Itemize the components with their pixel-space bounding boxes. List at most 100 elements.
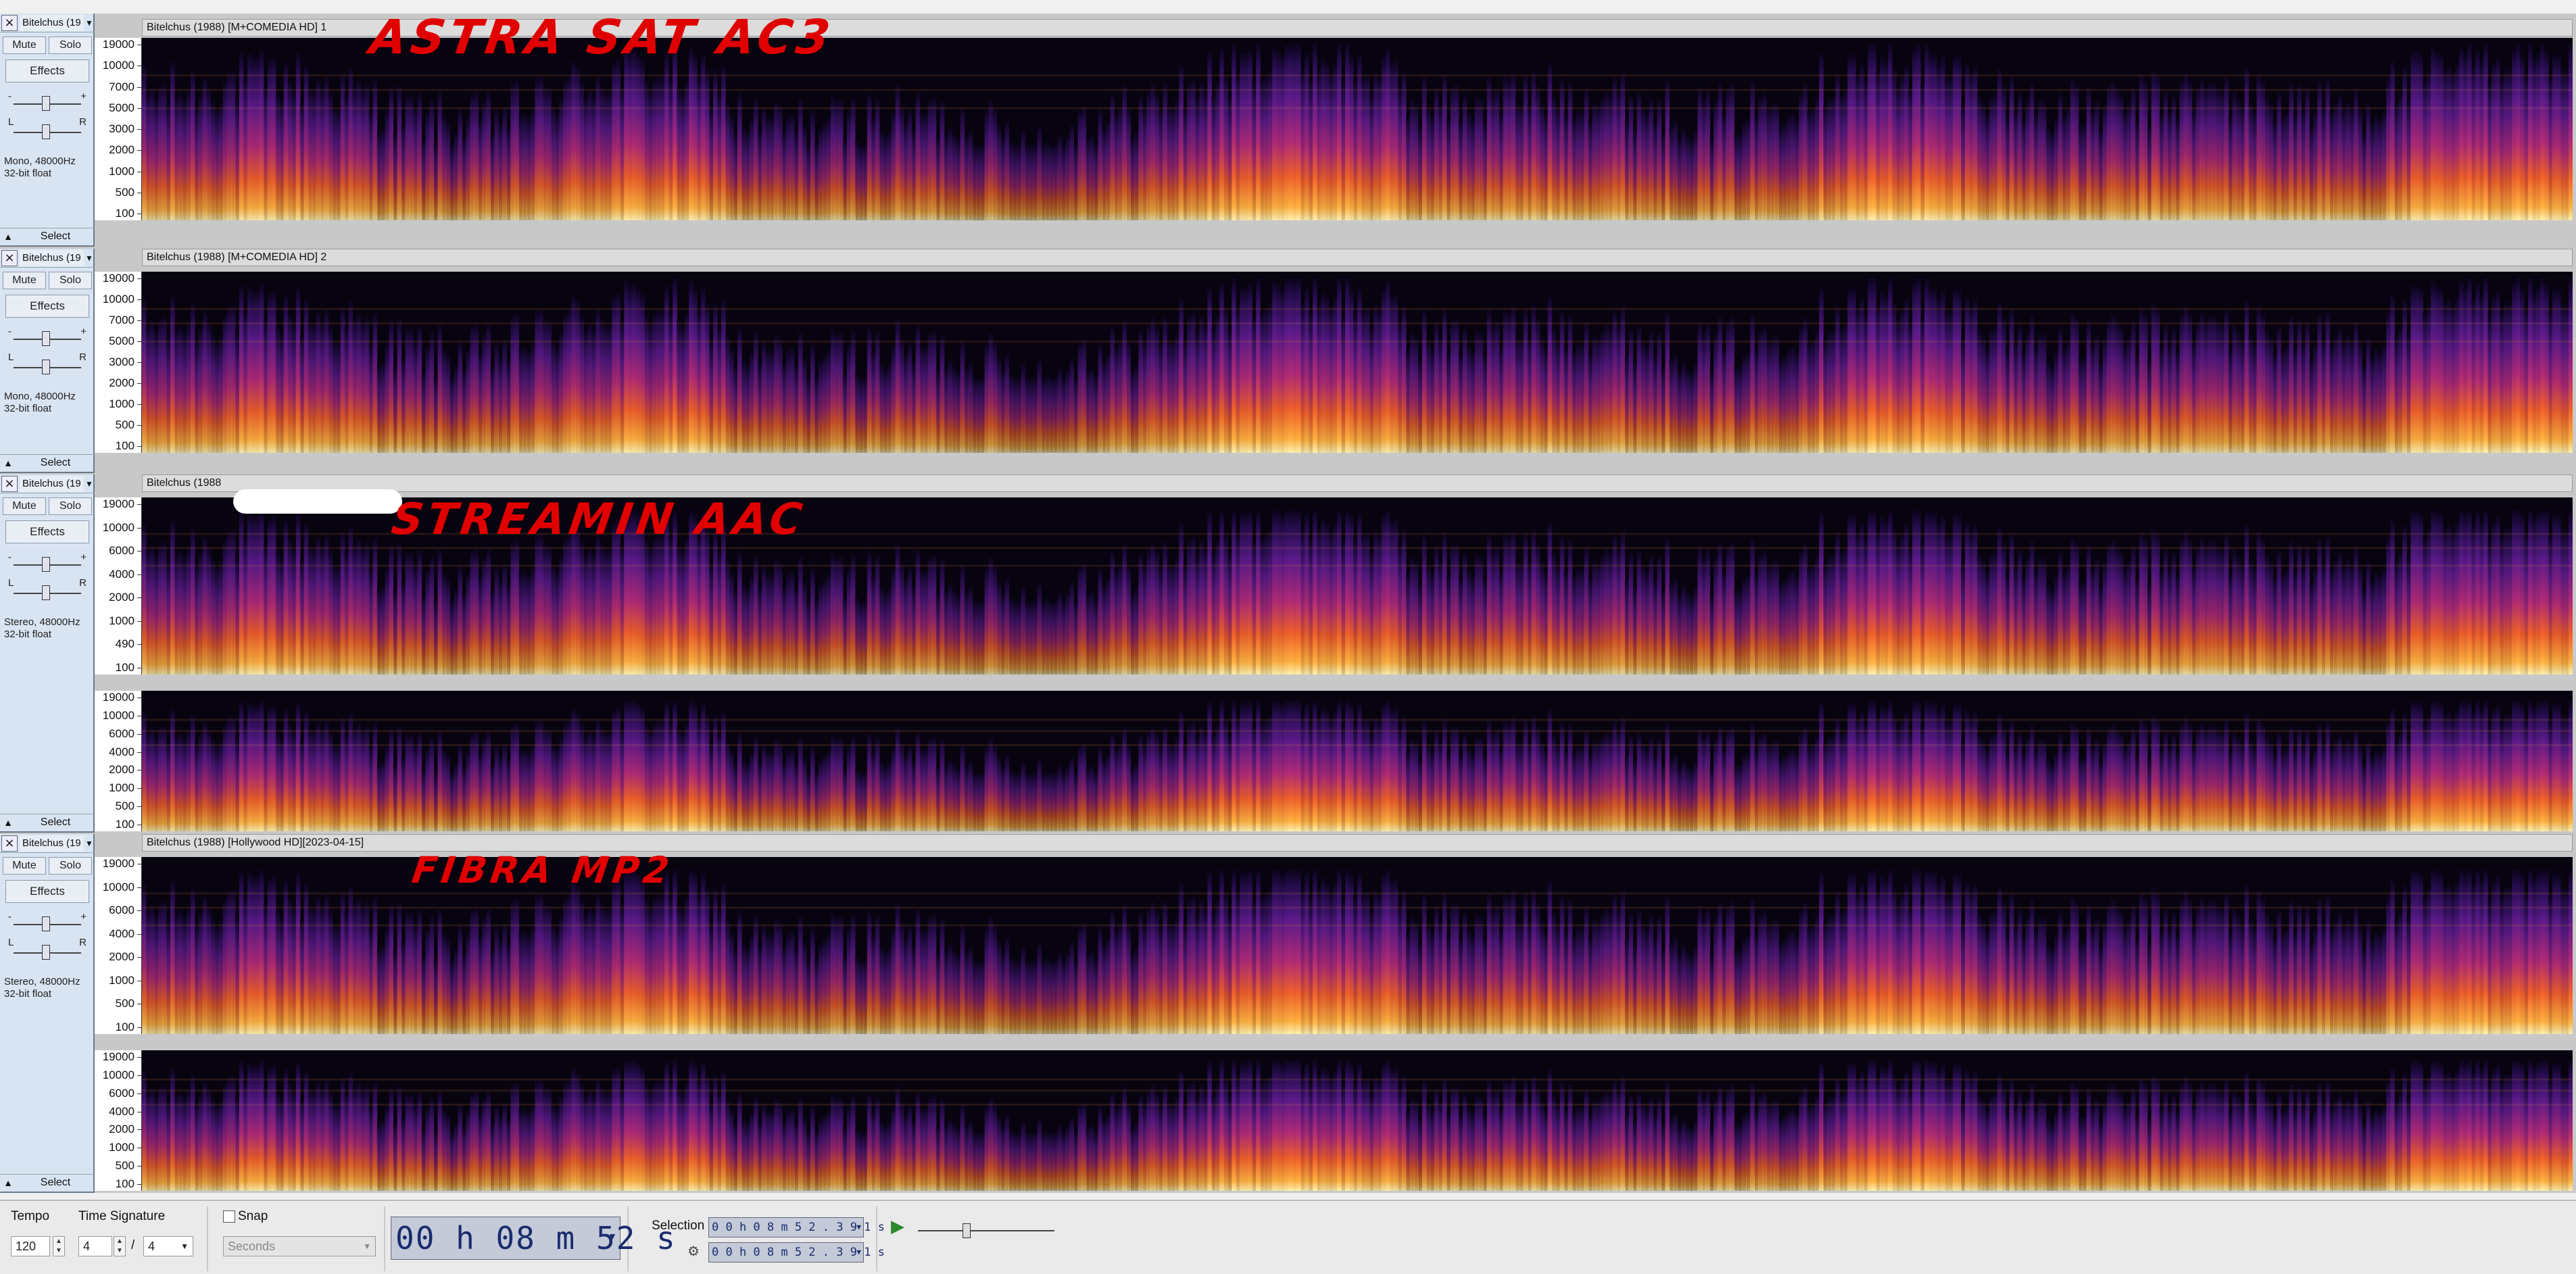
gain-slider[interactable]: - + [8, 911, 87, 934]
frequency-tick-mark [137, 620, 141, 622]
gain-slider[interactable]: - + [8, 91, 87, 114]
tempo-label: Tempo [11, 1209, 50, 1223]
play-at-speed-button[interactable]: ▶ [888, 1217, 907, 1235]
solo-button[interactable]: Solo [49, 497, 92, 515]
slider-thumb[interactable] [42, 360, 50, 374]
slider-thumb[interactable] [42, 585, 50, 600]
close-track-button[interactable]: × [1, 249, 18, 266]
slider-thumb[interactable] [42, 916, 50, 931]
frequency-tick-label: 2000 [109, 143, 135, 157]
frequency-tick-label: 10000 [102, 59, 135, 72]
close-track-button[interactable]: × [1, 835, 18, 852]
select-track-button[interactable]: Select [16, 816, 95, 829]
frequency-tick-label: 19000 [102, 272, 135, 285]
snap-unit-select[interactable]: Seconds ▼ [223, 1236, 376, 1256]
chevron-down-icon: ▼ [180, 1242, 189, 1251]
frequency-tick-mark [137, 933, 141, 935]
solo-button[interactable]: Solo [49, 272, 92, 289]
chevron-down-icon[interactable]: ▼ [84, 250, 95, 266]
select-track-button[interactable]: Select [16, 230, 95, 243]
solo-button[interactable]: Solo [49, 36, 92, 54]
pan-slider[interactable]: LR [8, 577, 87, 603]
slider-thumb[interactable] [42, 124, 50, 139]
chevron-down-icon[interactable]: ▼ [84, 15, 95, 31]
collapse-track-icon[interactable]: ▲ [0, 231, 16, 242]
gain-plus-label: + [80, 911, 87, 923]
handwritten-annotation: FIBRA MP2 [409, 849, 676, 891]
frequency-ruler: 19000 10000 7000 5000 3000 2000 1000 500 100 [95, 38, 142, 220]
pan-slider[interactable]: LR [8, 116, 87, 142]
time-display[interactable]: 00 h 08 m 52 s ▼ [391, 1217, 675, 1260]
track-name-menu[interactable]: Bitelchus (19 [20, 835, 84, 852]
time-signature-spinner[interactable]: ▲ ▼ [114, 1236, 126, 1256]
snap-checkbox[interactable] [223, 1210, 235, 1223]
mute-button[interactable]: Mute [3, 36, 46, 54]
clip-title-bar[interactable]: Bitelchus (1988) [M+COMEDIA HD] 2 [142, 249, 2573, 266]
track-footer: ▲ Select [0, 814, 95, 830]
pan-slider[interactable]: LR [8, 937, 87, 962]
chevron-down-icon[interactable]: ▼ [856, 1218, 861, 1237]
spectrogram-channel[interactable] [142, 38, 2573, 220]
collapse-track-icon[interactable]: ▲ [0, 817, 16, 828]
tempo-input[interactable]: 120 [11, 1236, 50, 1256]
select-track-button[interactable]: Select [16, 457, 95, 469]
chevron-down-icon: ▼ [363, 1242, 371, 1251]
mute-button[interactable]: Mute [3, 857, 46, 875]
slider-thumb[interactable] [963, 1223, 971, 1238]
gain-plus-label: + [80, 552, 87, 563]
track-name-menu[interactable]: Bitelchus (19 [20, 14, 84, 31]
chevron-down-icon[interactable]: ▼ [608, 1231, 617, 1242]
spectrogram-channel[interactable] [142, 691, 2573, 831]
track-format-rate: Stereo, 48000Hz [4, 616, 80, 628]
chevron-down-icon[interactable]: ▼ [84, 476, 95, 492]
gain-slider[interactable]: - + [8, 552, 87, 574]
slider-thumb[interactable] [42, 945, 50, 960]
tempo-spinner[interactable]: ▲ ▼ [53, 1236, 65, 1256]
frequency-tick-mark [137, 1184, 141, 1185]
toolbar-divider [207, 1206, 208, 1271]
frequency-tick-mark [137, 404, 141, 405]
track-name-menu[interactable]: Bitelchus (19 [20, 249, 84, 266]
mute-button[interactable]: Mute [3, 272, 46, 289]
gain-minus-label: - [8, 911, 11, 923]
select-track-button[interactable]: Select [16, 1177, 95, 1189]
effects-button[interactable]: Effects [5, 520, 89, 543]
slider-thumb[interactable] [42, 557, 50, 572]
clip-title-bar[interactable]: Bitelchus (1988 [142, 474, 2573, 492]
solo-button[interactable]: Solo [49, 857, 92, 875]
frequency-tick-label: 100 [115, 818, 135, 831]
slider-thumb[interactable] [42, 331, 50, 346]
frequency-tick-label: 500 [115, 418, 135, 431]
time-signature-numerator[interactable]: 4 [78, 1236, 112, 1256]
track-format-rate: Mono, 48000Hz [4, 155, 76, 167]
spectrogram-channel[interactable] [142, 272, 2573, 453]
slider-thumb[interactable] [42, 96, 50, 111]
track-format-rate: Stereo, 48000Hz [4, 976, 80, 987]
gear-icon[interactable]: ⚙ [684, 1243, 703, 1260]
play-speed-slider[interactable] [915, 1222, 1057, 1238]
close-track-button[interactable]: × [1, 475, 18, 492]
spectrogram-channel[interactable] [142, 1050, 2573, 1191]
collapse-track-icon[interactable]: ▲ [0, 458, 16, 468]
tracks-area: × Bitelchus (19 ▼ Mute Solo Effects - + L R Mono, … [0, 9, 2576, 1193]
effects-button[interactable]: Effects [5, 880, 89, 903]
effects-button[interactable]: Effects [5, 59, 89, 82]
mute-solo-group: Mute Solo [3, 857, 92, 875]
collapse-track-icon[interactable]: ▲ [0, 1177, 16, 1188]
frequency-tick-label: 4000 [109, 927, 135, 940]
effects-button[interactable]: Effects [5, 295, 89, 318]
pan-slider[interactable]: LR [8, 351, 87, 377]
close-track-button[interactable]: × [1, 14, 18, 31]
chevron-down-icon[interactable]: ▼ [856, 1243, 861, 1262]
gain-slider[interactable]: - + [8, 326, 87, 349]
time-signature-denominator[interactable]: 4 ▼ [143, 1236, 193, 1256]
chevron-down-icon[interactable]: ▼ [84, 835, 95, 852]
selection-end-field[interactable]: 0 0 h 0 8 m 5 2 . 3 9 1 s ▼ [708, 1242, 885, 1263]
selection-start-field[interactable]: 0 0 h 0 8 m 5 2 . 3 9 1 s ▼ [708, 1217, 885, 1238]
frequency-tick-label: 10000 [102, 1068, 135, 1081]
track-name-menu[interactable]: Bitelchus (19 [20, 475, 84, 492]
track-control-panel: × Bitelchus (19 ▼ Mute Solo Effects - + L R Stereo… [0, 474, 95, 833]
track-header: × Bitelchus (19 ▼ [0, 14, 95, 32]
time-display-value: 00 h 08 m 52 s [395, 1220, 677, 1256]
mute-button[interactable]: Mute [3, 497, 46, 515]
